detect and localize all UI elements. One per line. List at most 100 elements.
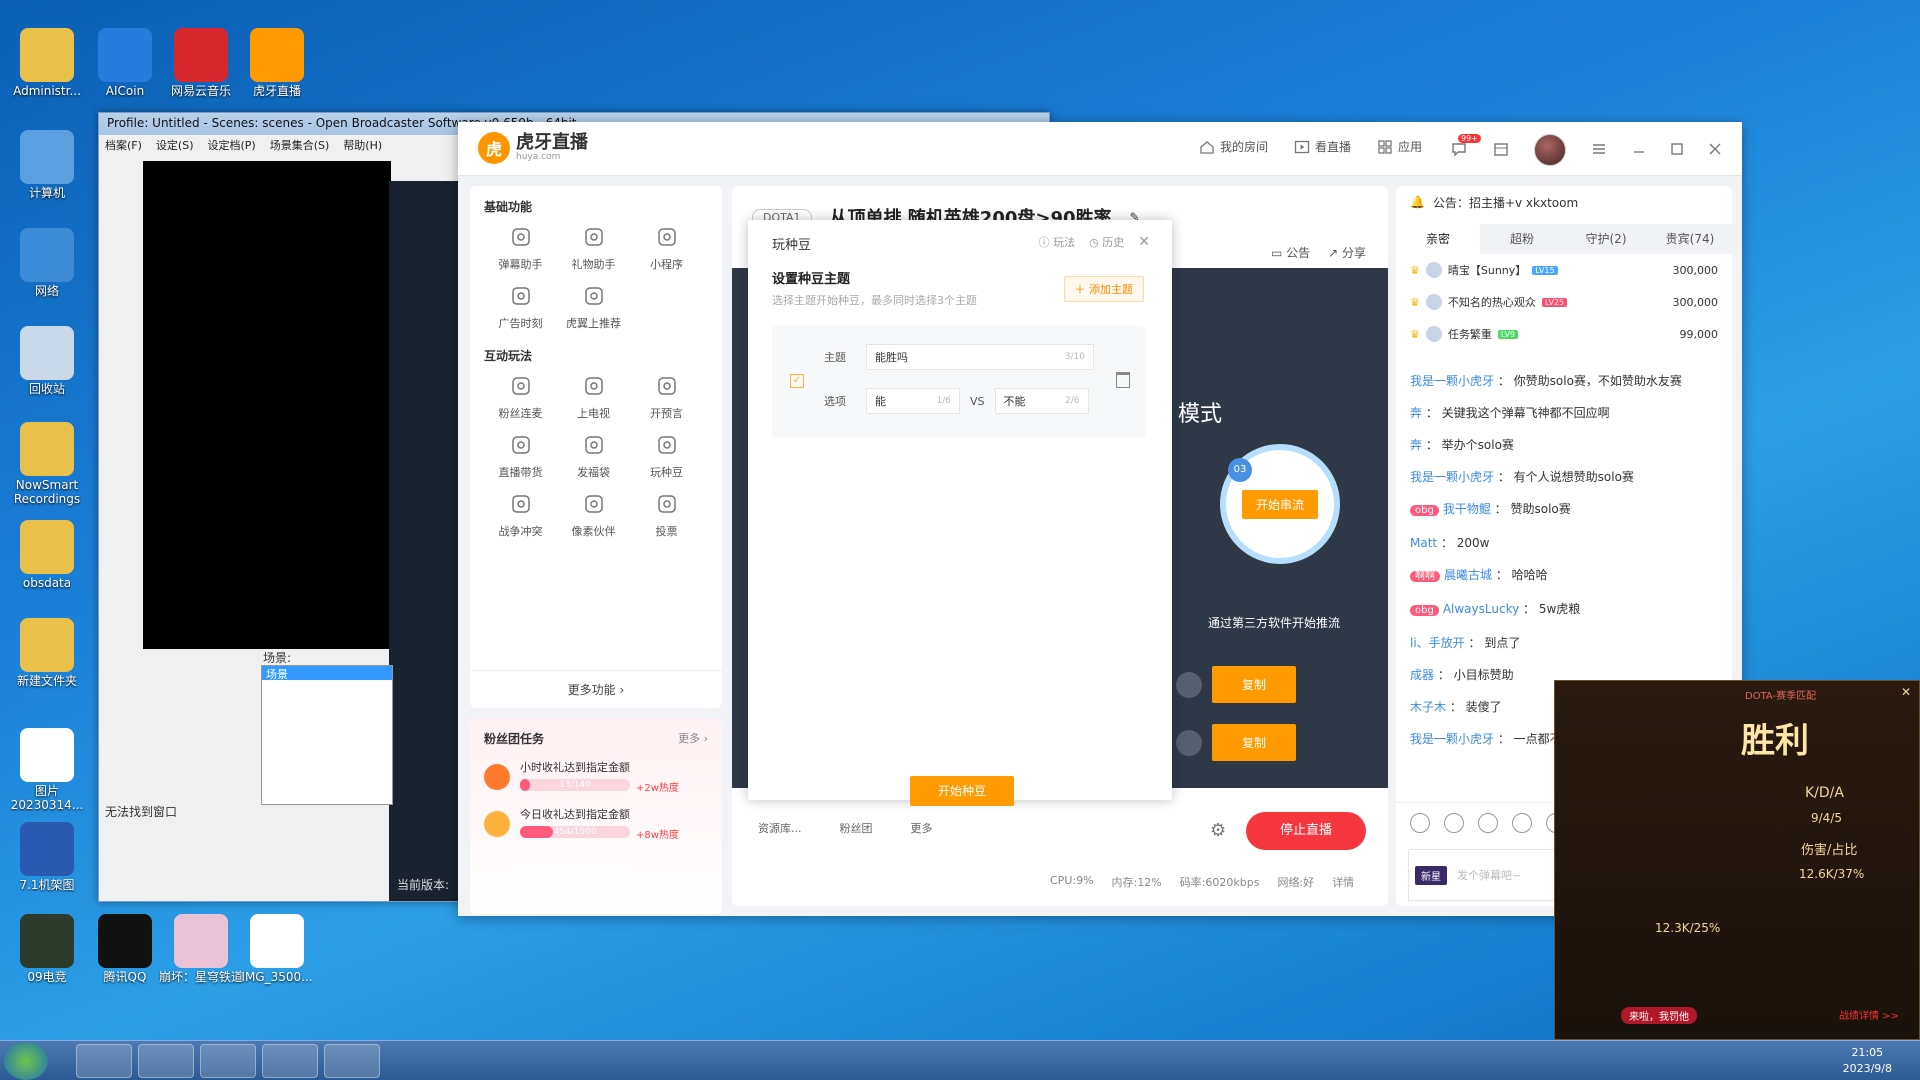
plugin-icon[interactable] (1512, 813, 1532, 833)
chat-user[interactable]: 我是一颗小虎牙 (1410, 732, 1494, 746)
desktop-icon[interactable]: NowSmart Recordings (2, 422, 92, 506)
eye-hide-icon[interactable] (1176, 729, 1202, 756)
obs-menu-scenecollection[interactable]: 场景集合(S) (270, 137, 330, 152)
clock[interactable]: 21:05 2023/9/8 (1843, 1045, 1892, 1077)
start-plant-button[interactable]: 开始种豆 (910, 776, 1014, 806)
function-item[interactable]: 投票 (630, 492, 703, 539)
chat-user[interactable]: 我是一颗小虎牙 (1410, 470, 1494, 484)
more-functions-button[interactable]: 更多功能 › (470, 670, 722, 708)
function-item[interactable]: 玩种豆 (630, 433, 703, 480)
function-item[interactable]: 上电视 (557, 374, 630, 421)
rank-row[interactable]: ♛ 晴宝【Sunny】 LV15 300,000 (1396, 254, 1732, 286)
desktop-icon[interactable]: 计算机 (2, 130, 92, 200)
nav-watch-live[interactable]: 看直播 (1294, 138, 1351, 155)
chat-user[interactable]: Matt (1410, 536, 1437, 550)
tool-resource[interactable]: 资源库... (758, 820, 802, 836)
function-item[interactable]: 礼物助手 (557, 225, 630, 272)
minimize-button[interactable] (1632, 142, 1646, 159)
option-1-input[interactable]: 能 1/6 (866, 388, 960, 414)
nav-apps[interactable]: 应用 (1377, 138, 1422, 155)
chat-user[interactable]: 奔 (1410, 438, 1422, 452)
function-item[interactable]: 粉丝连麦 (484, 374, 557, 421)
option-2-input[interactable]: 不能 2/6 (994, 388, 1089, 414)
desktop-icon[interactable]: 09电竞 (2, 914, 92, 984)
desktop-icon[interactable]: 图片 20230314... (2, 728, 92, 812)
obs-menu-profile[interactable]: 设定档(P) (208, 137, 256, 152)
emoji-icon[interactable] (1410, 813, 1430, 833)
topic-input[interactable]: 能胜吗 3/10 (866, 344, 1094, 370)
function-item[interactable]: 广告时刻 (484, 284, 557, 331)
obs-scenes-list[interactable]: 场景 (261, 665, 393, 805)
game-close-icon[interactable]: ✕ (1901, 685, 1911, 699)
obs-menu-settings[interactable]: 设定(S) (156, 137, 194, 152)
start-button[interactable] (4, 1042, 48, 1080)
tab-guard[interactable]: 守护(2) (1564, 224, 1648, 254)
notice-button[interactable]: ▭ 公告 (1271, 244, 1310, 261)
taskbar-app-huya[interactable] (138, 1044, 194, 1078)
huya-window[interactable]: 虎 虎牙直播 huya.com 我的房间 看直播 应用 99+ 基础功能 弹幕助… (458, 122, 1742, 916)
calendar-button[interactable] (1492, 140, 1510, 161)
desktop-icon[interactable]: 新建文件夹 (2, 618, 92, 688)
obs-scene-item[interactable]: 场景 (262, 666, 392, 681)
rank-row[interactable]: ♛ 不知名的热心观众 LV25 300,000 (1396, 286, 1732, 318)
fan-tasks-more[interactable]: 更多 › (678, 730, 708, 747)
chat-user[interactable]: 我干物鲲 (1443, 502, 1491, 516)
chat-user[interactable]: 奔 (1410, 406, 1422, 420)
dialog-close-icon[interactable]: ✕ (1138, 234, 1150, 250)
add-topic-button[interactable]: ＋ 添加主题 (1063, 276, 1144, 302)
user-avatar[interactable] (1534, 134, 1566, 166)
copy-button-2[interactable]: 复制 (1212, 724, 1297, 761)
function-item[interactable]: 像素伙伴 (557, 492, 630, 539)
function-item[interactable]: 虎翼上推荐 (557, 284, 630, 331)
start-push-button[interactable]: 开始串流 (1241, 489, 1318, 519)
chat-user[interactable]: 成器 (1410, 668, 1434, 682)
menu-button[interactable] (1590, 140, 1608, 161)
trash-icon[interactable] (1116, 372, 1130, 388)
tab-superfans[interactable]: 超粉 (1480, 224, 1564, 254)
desktop-icon[interactable]: IMG_3500... (232, 914, 322, 984)
desktop-icon[interactable]: 虎牙直播 (232, 28, 322, 98)
chat-user[interactable]: 晨曦古城 (1444, 568, 1492, 582)
function-item[interactable]: 战争冲突 (484, 492, 557, 539)
desktop-icon[interactable]: 7.1机架图 (2, 822, 92, 892)
tool-more[interactable]: 更多 (911, 820, 933, 836)
obs-menu-file[interactable]: 档案(F) (105, 137, 142, 152)
topic-checkbox[interactable]: ✓ (790, 374, 804, 388)
eye-hide-icon[interactable] (1176, 671, 1202, 698)
obs-menu-help[interactable]: 帮助(H) (343, 137, 382, 152)
sticker-icon[interactable] (1444, 813, 1464, 833)
chat-user[interactable]: AlwaysLucky (1443, 602, 1519, 616)
desktop-icon[interactable]: 网络 (2, 228, 92, 298)
stat-details[interactable]: 详情 (1332, 874, 1354, 890)
history-link[interactable]: ◷ 历史 (1089, 234, 1124, 250)
nav-my-room[interactable]: 我的房间 (1199, 138, 1268, 155)
copy-button-1[interactable]: 复制 (1212, 666, 1297, 703)
taskbar-app-obs[interactable] (200, 1044, 256, 1078)
rules-link[interactable]: ⓘ 玩法 (1039, 234, 1076, 250)
desktop-icon[interactable]: obsdata (2, 520, 92, 590)
taskbar-app-1[interactable] (76, 1044, 132, 1078)
chat-user[interactable]: 木子木 (1410, 700, 1446, 714)
close-button[interactable] (1708, 142, 1722, 159)
function-item[interactable]: 弹幕助手 (484, 225, 557, 272)
desktop-icon[interactable]: 回收站 (2, 326, 92, 396)
message-button[interactable]: 99+ (1450, 133, 1481, 161)
desktop-icon[interactable]: Administr... (2, 28, 92, 98)
chat-user[interactable]: 我是一颗小虎牙 (1410, 374, 1494, 388)
function-item[interactable]: 发福袋 (557, 433, 630, 480)
function-item[interactable]: 小程序 (630, 225, 703, 272)
settings-gear-icon[interactable]: ⚙ (1210, 820, 1226, 841)
face-icon[interactable] (1478, 813, 1498, 833)
function-item[interactable]: 开预言 (630, 374, 703, 421)
share-button[interactable]: ↗ 分享 (1328, 244, 1366, 261)
rank-row[interactable]: ♛ 任务繁重 LV9 99,000 (1396, 318, 1732, 350)
function-item[interactable]: 直播带货 (484, 433, 557, 480)
taskbar-app-5[interactable] (324, 1044, 380, 1078)
tab-vip[interactable]: 贵宾(74) (1648, 224, 1732, 254)
tab-intimate[interactable]: 亲密 (1396, 224, 1480, 254)
tool-fans[interactable]: 粉丝团 (840, 820, 873, 836)
game-detail-link[interactable]: 战绩详情 >> (1839, 1007, 1899, 1022)
chat-user[interactable]: li、手放开 (1410, 636, 1465, 650)
maximize-button[interactable] (1670, 142, 1684, 159)
taskbar-app-4[interactable] (262, 1044, 318, 1078)
